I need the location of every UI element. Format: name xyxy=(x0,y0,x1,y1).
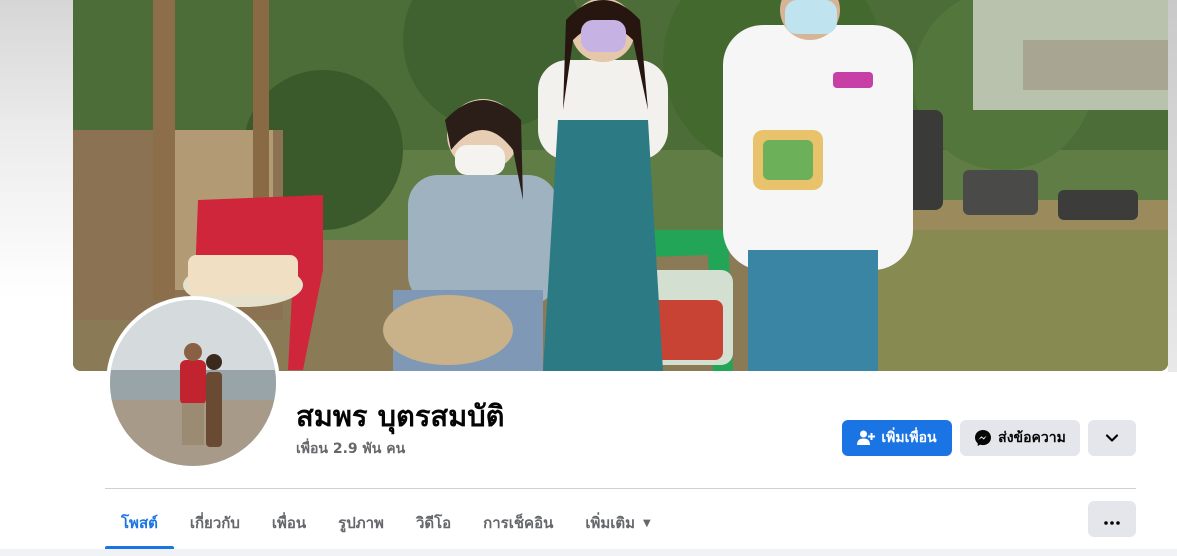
avatar-photo-illustration xyxy=(110,300,276,466)
friend-count[interactable]: เพื่อน 2.9 พัน คน xyxy=(296,438,405,460)
tab-about[interactable]: เกี่ยวกับ xyxy=(174,497,256,549)
add-friend-button[interactable]: เพิ่มเพื่อน xyxy=(842,420,952,456)
tab-label: เพิ่มเติม xyxy=(585,514,636,532)
tab-label: รูปภาพ xyxy=(338,514,384,532)
content-area-edge xyxy=(0,549,1177,556)
tab-posts[interactable]: โพสต์ xyxy=(105,497,174,549)
profile-tabs: โพสต์ เกี่ยวกับ เพื่อน รูปภาพ วิดีโอ การ… xyxy=(105,497,667,549)
ellipsis-icon xyxy=(1104,510,1120,529)
tab-label: โพสต์ xyxy=(121,514,158,532)
tab-more[interactable]: เพิ่มเติม ▼ xyxy=(569,497,666,549)
messenger-icon xyxy=(974,429,992,447)
person-add-icon xyxy=(857,430,876,446)
send-message-button[interactable]: ส่งข้อความ xyxy=(960,420,1080,456)
chevron-down-icon xyxy=(1105,433,1119,443)
send-message-label: ส่งข้อความ xyxy=(998,430,1066,446)
page-left-shade xyxy=(0,0,74,300)
profile-name: สมพร บุตรสมบัติ xyxy=(296,399,505,433)
tab-videos[interactable]: วิดีโอ xyxy=(400,497,467,549)
tab-label: เกี่ยวกับ xyxy=(189,514,240,532)
tab-friends[interactable]: เพื่อน xyxy=(256,497,322,549)
avatar-photo xyxy=(110,300,276,466)
tab-more-options-button[interactable] xyxy=(1088,501,1136,537)
profile-divider xyxy=(105,488,1136,489)
add-friend-label: เพิ่มเพื่อน xyxy=(881,430,937,446)
tab-label: วิดีโอ xyxy=(415,514,452,532)
profile-options-button[interactable] xyxy=(1088,420,1136,456)
tab-checkins[interactable]: การเช็คอิน xyxy=(467,497,569,549)
tab-label: การเช็คอิน xyxy=(483,514,554,532)
tab-photos[interactable]: รูปภาพ xyxy=(322,497,400,549)
tab-label: เพื่อน xyxy=(271,514,307,532)
profile-avatar[interactable] xyxy=(106,296,280,470)
page-right-shade xyxy=(1168,0,1177,372)
caret-down-icon: ▼ xyxy=(643,517,651,529)
